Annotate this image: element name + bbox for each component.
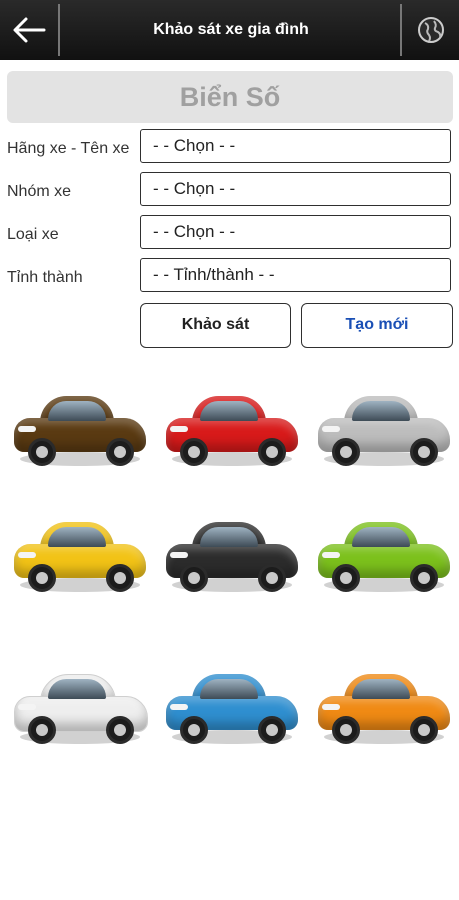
- page-title: Khảo sát xe gia đình: [153, 21, 309, 38]
- car-window: [48, 679, 106, 699]
- car-headlight: [170, 426, 188, 432]
- car-image: [10, 660, 150, 750]
- province-select[interactable]: - - Tỉnh/thành - -: [140, 258, 451, 292]
- car-image: [162, 508, 302, 598]
- car-window: [352, 401, 410, 421]
- car-wheel: [332, 438, 360, 466]
- car-image: [162, 382, 302, 472]
- car-headlight: [322, 426, 340, 432]
- car-headlight: [322, 704, 340, 710]
- car-headlight: [18, 426, 36, 432]
- car-image: [10, 508, 150, 598]
- car-wheel: [410, 438, 438, 466]
- car-headlight: [170, 552, 188, 558]
- group-label: Nhóm xe: [7, 183, 72, 200]
- car-image: [10, 382, 150, 472]
- license-plate-field[interactable]: Biển Số: [7, 71, 453, 123]
- type-select[interactable]: - - Chọn - -: [140, 215, 451, 249]
- create-new-button[interactable]: Tạo mới: [301, 303, 453, 348]
- car-window: [352, 679, 410, 699]
- car-headlight: [170, 704, 188, 710]
- header-divider: [400, 4, 402, 56]
- car-image: [314, 382, 454, 472]
- car-image: [314, 508, 454, 598]
- car-wheel: [180, 564, 208, 592]
- car-wheel: [106, 716, 134, 744]
- car-wheel: [332, 564, 360, 592]
- car-wheel: [106, 438, 134, 466]
- car-wheel: [28, 716, 56, 744]
- car-image: [314, 660, 454, 750]
- brand-label: Hãng xe - Tên xe: [7, 140, 130, 157]
- app-header: Khảo sát xe gia đình: [0, 0, 459, 60]
- car-headlight: [18, 552, 36, 558]
- car-window: [200, 527, 258, 547]
- car-window: [200, 401, 258, 421]
- header-divider: [58, 4, 60, 56]
- province-label: Tỉnh thành: [7, 269, 83, 286]
- car-image: [162, 660, 302, 750]
- car-window: [352, 527, 410, 547]
- car-wheel: [258, 438, 286, 466]
- globe-icon: [418, 17, 444, 43]
- group-select[interactable]: - - Chọn - -: [140, 172, 451, 206]
- car-wheel: [106, 564, 134, 592]
- car-window: [200, 679, 258, 699]
- car-wheel: [258, 564, 286, 592]
- car-window: [48, 401, 106, 421]
- car-wheel: [180, 716, 208, 744]
- type-label: Loại xe: [7, 226, 59, 243]
- back-button[interactable]: [0, 0, 58, 60]
- car-window: [48, 527, 106, 547]
- car-wheel: [258, 716, 286, 744]
- language-button[interactable]: [404, 0, 459, 60]
- car-wheel: [180, 438, 208, 466]
- survey-button[interactable]: Khảo sát: [140, 303, 291, 348]
- car-headlight: [322, 552, 340, 558]
- car-wheel: [410, 716, 438, 744]
- back-arrow-icon: [13, 17, 46, 43]
- car-wheel: [332, 716, 360, 744]
- brand-select[interactable]: - - Chọn - -: [140, 129, 451, 163]
- car-wheel: [28, 564, 56, 592]
- car-wheel: [28, 438, 56, 466]
- car-headlight: [18, 704, 36, 710]
- car-wheel: [410, 564, 438, 592]
